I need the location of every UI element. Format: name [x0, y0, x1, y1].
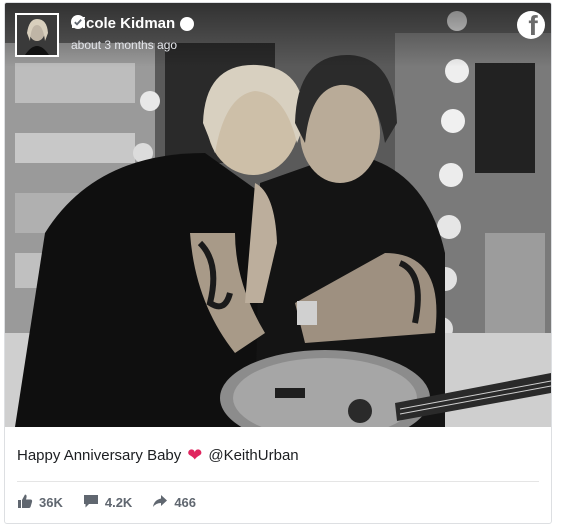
post-caption: Happy Anniversary Baby ❤ @KeithUrban — [17, 445, 299, 465]
heart-emoji-icon: ❤ — [187, 445, 203, 465]
likes-stat[interactable]: 36K — [17, 493, 63, 512]
page-name-row: Nicole Kidman — [71, 15, 195, 32]
share-arrow-icon — [152, 493, 168, 512]
post-timestamp[interactable]: about 3 months ago — [71, 38, 177, 52]
shares-stat[interactable]: 466 — [152, 493, 196, 512]
avatar-image — [17, 15, 57, 55]
comment-bubble-icon — [83, 493, 99, 512]
thumbs-up-icon — [17, 493, 33, 512]
page-name[interactable]: Nicole Kidman — [71, 15, 175, 32]
facebook-icon[interactable]: f — [517, 11, 545, 39]
comments-stat[interactable]: 4.2K — [83, 493, 132, 512]
shares-count: 466 — [174, 495, 197, 510]
verified-check-icon — [71, 15, 195, 31]
comments-count: 4.2K — [104, 495, 133, 510]
facebook-post-card: Nicole Kidman about 3 months ago f Happy… — [4, 2, 552, 524]
divider — [17, 481, 539, 482]
engagement-stats: 36K 4.2K 466 — [17, 493, 196, 512]
mention-link[interactable]: @KeithUrban — [208, 447, 298, 464]
caption-text: Happy Anniversary Baby — [17, 447, 182, 464]
page-avatar[interactable] — [15, 13, 59, 57]
likes-count: 36K — [39, 495, 63, 510]
post-photo[interactable]: Nicole Kidman about 3 months ago f — [5, 3, 551, 427]
post-header: Nicole Kidman about 3 months ago f — [5, 3, 551, 67]
